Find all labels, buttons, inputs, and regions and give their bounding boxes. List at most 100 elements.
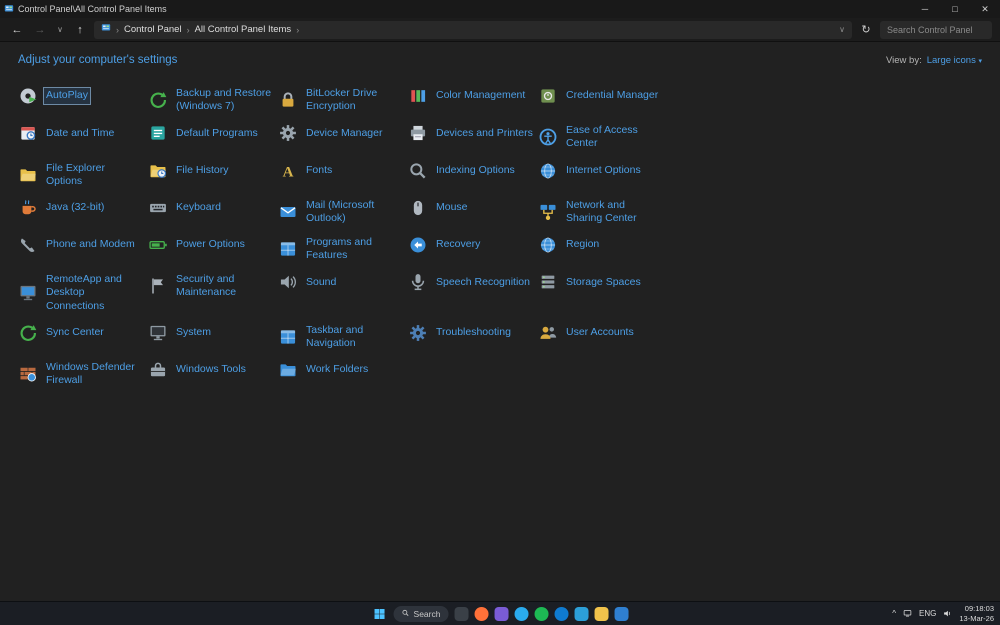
- control-panel-item-label: Region: [566, 238, 600, 251]
- control-panel-item[interactable]: Troubleshooting: [408, 323, 535, 343]
- window-icon: [278, 239, 298, 259]
- stack-icon: [538, 272, 558, 292]
- address-bar[interactable]: › Control Panel › All Control Panel Item…: [94, 20, 852, 39]
- control-panel-item[interactable]: System: [148, 323, 275, 343]
- control-panel-item[interactable]: Color Management: [408, 86, 535, 106]
- control-panel-item[interactable]: BitLocker Drive Encryption: [278, 86, 405, 114]
- control-panel-item[interactable]: Internet Options: [538, 161, 665, 181]
- control-panel-item[interactable]: Ease of Access Center: [538, 123, 665, 151]
- safe-icon: [538, 86, 558, 106]
- content-header: Adjust your computer's settings View by:…: [18, 54, 982, 66]
- control-panel-item[interactable]: Devices and Printers: [408, 123, 535, 143]
- minimize-button[interactable]: ─: [910, 0, 940, 18]
- maximize-button[interactable]: □: [940, 0, 970, 18]
- taskbar-app-explorer[interactable]: [594, 606, 609, 621]
- battery-icon: [148, 235, 168, 255]
- taskbar-app-1[interactable]: [454, 606, 469, 621]
- taskbar-clock[interactable]: 09:18:03 13-Mar-26: [959, 604, 994, 623]
- history-dropdown-icon[interactable]: ∨: [54, 25, 66, 34]
- control-panel-item[interactable]: Indexing Options: [408, 161, 535, 181]
- control-panel-item[interactable]: Device Manager: [278, 123, 405, 143]
- control-panel-item[interactable]: Programs and Features: [278, 235, 405, 263]
- tray-display-icon[interactable]: [903, 609, 912, 618]
- breadcrumb-control-panel[interactable]: Control Panel: [124, 24, 182, 35]
- tray-language[interactable]: ENG: [919, 609, 936, 618]
- taskbar-app-4[interactable]: [534, 606, 549, 621]
- forward-button[interactable]: →: [31, 24, 49, 36]
- control-panel-item-label: Taskbar and Navigation: [306, 323, 364, 349]
- window-icon: [278, 327, 298, 347]
- tray-chevron-up-icon[interactable]: ^: [892, 609, 896, 618]
- control-panel-item[interactable]: Credential Manager: [538, 86, 665, 106]
- control-panel-item[interactable]: Mail (Microsoft Outlook): [278, 198, 405, 226]
- control-panel-item[interactable]: File History: [148, 161, 275, 181]
- start-button[interactable]: [372, 606, 388, 622]
- taskbar-app-edge[interactable]: [554, 606, 569, 621]
- control-panel-item[interactable]: Default Programs: [148, 123, 275, 143]
- breadcrumb-all-items[interactable]: All Control Panel Items: [195, 24, 292, 35]
- control-panel-item[interactable]: Network and Sharing Center: [538, 198, 665, 226]
- speaker-icon: [278, 272, 298, 292]
- control-panel-item-label: Phone and Modem: [46, 238, 135, 251]
- refresh-button[interactable]: ↻: [857, 23, 875, 36]
- taskbar-app-5[interactable]: [574, 606, 589, 621]
- control-panel-item[interactable]: Speech Recognition: [408, 272, 535, 292]
- magnifier-icon: [408, 161, 428, 181]
- control-panel-item-label: Ease of Access Center: [566, 124, 638, 150]
- taskbar-app-6[interactable]: [614, 606, 629, 621]
- keyboard-icon: [148, 198, 168, 218]
- control-panel-item[interactable]: Recovery: [408, 235, 535, 255]
- control-panel-item[interactable]: Sync Center: [18, 323, 145, 343]
- control-panel-item[interactable]: Region: [538, 235, 665, 255]
- system-tray: ^ ENG 09:18:03 13-Mar-26: [892, 602, 994, 625]
- control-panel-item[interactable]: Storage Spaces: [538, 272, 665, 292]
- disc-icon: [18, 86, 38, 106]
- control-panel-item[interactable]: A Fonts: [278, 161, 405, 181]
- control-panel-item-label: System: [176, 326, 212, 339]
- volume-icon[interactable]: [943, 609, 952, 618]
- control-panel-item[interactable]: RemoteApp and Desktop Connections: [18, 272, 145, 313]
- control-panel-item[interactable]: Backup and Restore (Windows 7): [148, 86, 275, 114]
- taskbar-search[interactable]: Search: [393, 605, 449, 622]
- control-panel-item[interactable]: Windows Defender Firewall: [18, 360, 145, 388]
- control-panel-item-label: RemoteApp and Desktop Connections: [46, 273, 122, 312]
- bars-icon: [408, 86, 428, 106]
- search-input[interactable]: [880, 20, 992, 39]
- control-panel-item-label: Device Manager: [306, 126, 383, 139]
- address-toolbar: ← → ∨ ↑ › Control Panel › All Control Pa…: [0, 18, 1000, 42]
- control-panel-item-label: Backup and Restore (Windows 7): [176, 87, 272, 113]
- envelope-icon: [278, 202, 298, 222]
- control-panel-item[interactable]: Phone and Modem: [18, 235, 145, 255]
- control-panel-item-label: Devices and Printers: [436, 126, 533, 139]
- control-panel-item[interactable]: Power Options: [148, 235, 275, 255]
- control-panel-item[interactable]: Mouse: [408, 198, 535, 218]
- control-panel-item[interactable]: File Explorer Options: [18, 161, 145, 189]
- control-panel-item[interactable]: Security and Maintenance: [148, 272, 275, 300]
- recovery-icon: [408, 235, 428, 255]
- taskbar-app-2[interactable]: [494, 606, 509, 621]
- taskbar-app-firefox[interactable]: [474, 606, 489, 621]
- control-panel-item-label: User Accounts: [566, 326, 634, 339]
- toolbox-icon: [148, 360, 168, 380]
- control-panel-item[interactable]: Keyboard: [148, 198, 275, 218]
- control-panel-item[interactable]: Sound: [278, 272, 405, 292]
- view-by-dropdown[interactable]: Large icons ▾: [927, 55, 982, 66]
- back-button[interactable]: ←: [8, 24, 26, 36]
- address-dropdown-icon[interactable]: ∨: [839, 25, 845, 34]
- control-panel-item[interactable]: User Accounts: [538, 323, 665, 343]
- close-button[interactable]: ✕: [970, 0, 1000, 18]
- control-panel-item[interactable]: Java (32-bit): [18, 198, 145, 218]
- control-panel-item[interactable]: Date and Time: [18, 123, 145, 143]
- mic-icon: [408, 272, 428, 292]
- control-panel-item-label: Sound: [306, 275, 337, 288]
- up-button[interactable]: ↑: [71, 24, 89, 36]
- control-panel-item-label: Work Folders: [306, 363, 369, 376]
- control-panel-item[interactable]: AutoPlay: [18, 86, 145, 106]
- control-panel-item[interactable]: Work Folders: [278, 360, 405, 380]
- sync-icon: [148, 90, 168, 110]
- fontA-icon: A: [278, 161, 298, 181]
- control-panel-item[interactable]: Taskbar and Navigation: [278, 323, 405, 351]
- taskbar-app-3[interactable]: [514, 606, 529, 621]
- address-location-icon: [101, 23, 111, 36]
- control-panel-item[interactable]: Windows Tools: [148, 360, 275, 380]
